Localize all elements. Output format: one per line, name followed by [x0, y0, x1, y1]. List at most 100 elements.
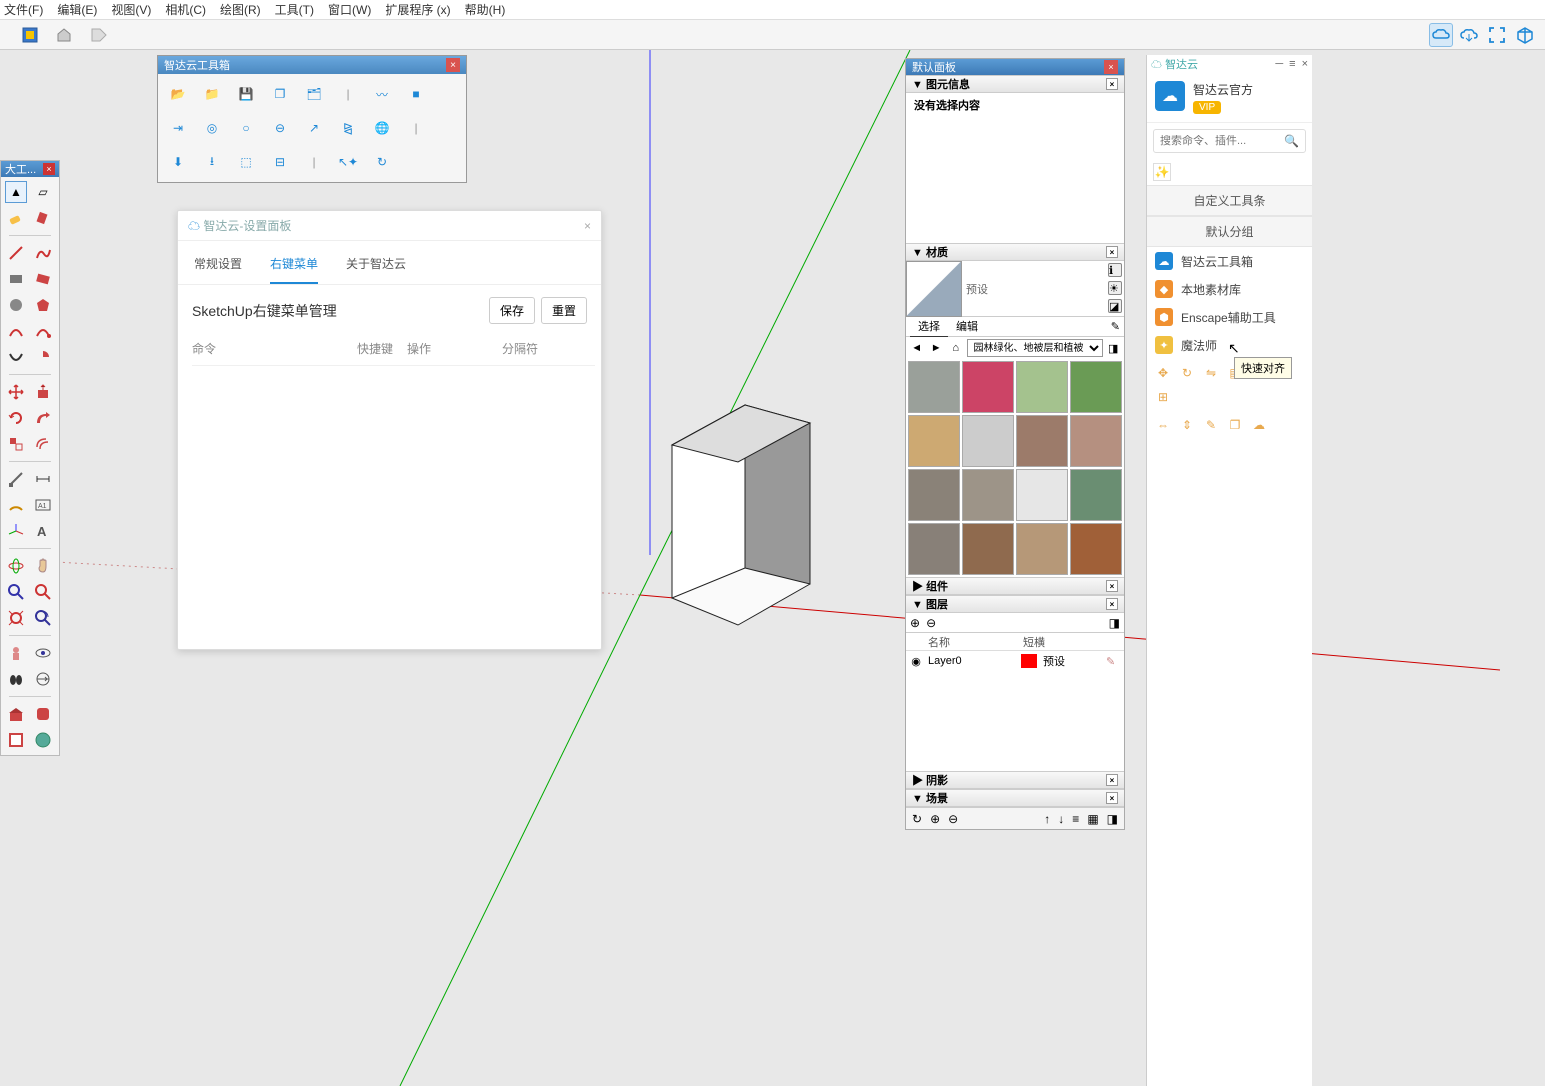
vflip-icon[interactable]: ⇕: [1177, 415, 1197, 435]
save-icon[interactable]: 💾: [232, 80, 260, 108]
tag-icon[interactable]: [86, 23, 110, 47]
refresh-scene-icon[interactable]: ↻: [912, 812, 922, 826]
followme-icon[interactable]: [32, 407, 54, 429]
material-swatch[interactable]: [908, 415, 960, 467]
minimize-icon[interactable]: ×: [1106, 774, 1118, 786]
pushpull-icon[interactable]: [32, 381, 54, 403]
circle-icon[interactable]: [5, 294, 27, 316]
export-icon[interactable]: ⇥: [164, 114, 192, 142]
scene-up-icon[interactable]: ↑: [1044, 812, 1050, 826]
pan-icon[interactable]: [32, 555, 54, 577]
material-swatch[interactable]: [1016, 361, 1068, 413]
tab-about[interactable]: 关于智达云: [346, 249, 406, 284]
section-scenes[interactable]: 场景: [926, 793, 948, 805]
flip-icon[interactable]: ⇋: [1201, 363, 1221, 383]
floating-toolbox-title[interactable]: 智达云工具箱×: [158, 56, 466, 74]
minimize-icon[interactable]: ×: [1106, 792, 1118, 804]
material-swatch[interactable]: [1070, 469, 1122, 521]
zoom-icon[interactable]: [5, 581, 27, 603]
material-swatch[interactable]: [1070, 361, 1122, 413]
select-icon[interactable]: ▲: [5, 181, 27, 203]
material-swatch[interactable]: [908, 361, 960, 413]
section-shadows[interactable]: 阴影: [926, 775, 948, 787]
copy-icon[interactable]: ❐: [1225, 415, 1245, 435]
warehouse-icon[interactable]: [5, 703, 27, 725]
box-down-icon[interactable]: ⬇: [164, 148, 192, 176]
cloud-icon[interactable]: ☁: [1249, 415, 1269, 435]
zhida-search[interactable]: 🔍: [1153, 129, 1306, 153]
default-material-icon[interactable]: ◪: [1108, 299, 1122, 313]
minimize-icon[interactable]: ×: [1106, 598, 1118, 610]
save-button[interactable]: 保存: [489, 297, 535, 324]
details-icon[interactable]: ◨: [1105, 339, 1123, 357]
add-layer-icon[interactable]: ⊕: [910, 616, 920, 630]
scale-icon[interactable]: [5, 433, 27, 455]
tab-select[interactable]: 选择: [910, 316, 948, 337]
move-icon[interactable]: [5, 381, 27, 403]
zoom-window-icon[interactable]: [32, 581, 54, 603]
globe-icon[interactable]: 🌐: [368, 114, 396, 142]
section-components[interactable]: 组件: [926, 581, 948, 593]
material-swatch[interactable]: [908, 469, 960, 521]
section-materials[interactable]: 材质: [926, 247, 948, 259]
geo-icon[interactable]: [32, 729, 54, 751]
eraser-icon[interactable]: [5, 207, 27, 229]
layer-name[interactable]: Layer0: [926, 655, 1021, 667]
sample-icon[interactable]: ℹ: [1108, 263, 1122, 277]
menu-draw[interactable]: 绘图(R): [220, 1, 261, 18]
back-icon[interactable]: ◄: [908, 339, 926, 357]
target-icon[interactable]: ◎: [198, 114, 226, 142]
search-input[interactable]: [1160, 135, 1280, 147]
material-category-select[interactable]: 园林绿化、地被层和植被: [967, 339, 1103, 357]
material-swatch[interactable]: [962, 523, 1014, 575]
3dtext-icon[interactable]: A: [32, 520, 54, 542]
remove-layer-icon[interactable]: ⊖: [926, 616, 936, 630]
layout-icon[interactable]: [5, 729, 27, 751]
menu-edit[interactable]: 编辑(E): [57, 1, 97, 18]
tab-general[interactable]: 常规设置: [194, 249, 242, 284]
material-swatch[interactable]: [908, 523, 960, 575]
arrow-icon[interactable]: ↗: [300, 114, 328, 142]
offset-icon[interactable]: [32, 433, 54, 455]
material-swatch[interactable]: [1070, 415, 1122, 467]
square-icon[interactable]: ■: [402, 80, 430, 108]
make-component-icon[interactable]: [18, 23, 42, 47]
arc-icon[interactable]: [5, 320, 27, 342]
walk-icon[interactable]: [5, 668, 27, 690]
section-entity-info[interactable]: 图元信息: [926, 79, 970, 91]
section-layers[interactable]: 图层: [926, 599, 948, 611]
folder2-icon[interactable]: 🗂: [300, 80, 328, 108]
material-preview[interactable]: [906, 261, 962, 317]
menu-file[interactable]: 文件(F): [4, 1, 43, 18]
menu-extensions[interactable]: 扩展程序 (x): [385, 1, 450, 18]
freehand-icon[interactable]: [32, 242, 54, 264]
material-swatch[interactable]: [1016, 469, 1068, 521]
menu-view[interactable]: 视图(V): [111, 1, 151, 18]
section-icon[interactable]: [32, 668, 54, 690]
scene-menu-icon[interactable]: ◨: [1107, 812, 1118, 826]
scene-list-icon[interactable]: ≡: [1072, 812, 1079, 826]
wand-icon[interactable]: ✨: [1153, 163, 1171, 181]
folder-open-icon[interactable]: 📂: [164, 80, 192, 108]
material-swatch[interactable]: [962, 469, 1014, 521]
layer-color-swatch[interactable]: [1021, 654, 1037, 668]
zhida-item-enscape[interactable]: ⬢Enscape辅助工具: [1147, 303, 1312, 331]
rectangle-icon[interactable]: [5, 268, 27, 290]
line-icon[interactable]: [5, 242, 27, 264]
make-group-icon[interactable]: [52, 23, 76, 47]
close-icon[interactable]: ×: [43, 163, 55, 175]
minimize-icon[interactable]: ─: [1275, 58, 1283, 70]
pie-icon[interactable]: [32, 346, 54, 368]
close-icon[interactable]: ×: [1104, 60, 1118, 74]
cube-icon[interactable]: [1513, 23, 1537, 47]
menu-icon[interactable]: ≡: [1289, 58, 1295, 70]
snap-icon[interactable]: ⊞: [1153, 387, 1173, 407]
close-icon[interactable]: ×: [584, 219, 591, 233]
paint-icon[interactable]: [32, 207, 54, 229]
menu-window[interactable]: 窗口(W): [328, 1, 371, 18]
left-toolbox-title[interactable]: 大工...×: [1, 161, 59, 177]
look-around-icon[interactable]: [32, 642, 54, 664]
layer-row[interactable]: ◉ Layer0 预设 ✎: [906, 651, 1124, 671]
menu-help[interactable]: 帮助(H): [465, 1, 506, 18]
rotate-icon[interactable]: ↻: [1177, 363, 1197, 383]
